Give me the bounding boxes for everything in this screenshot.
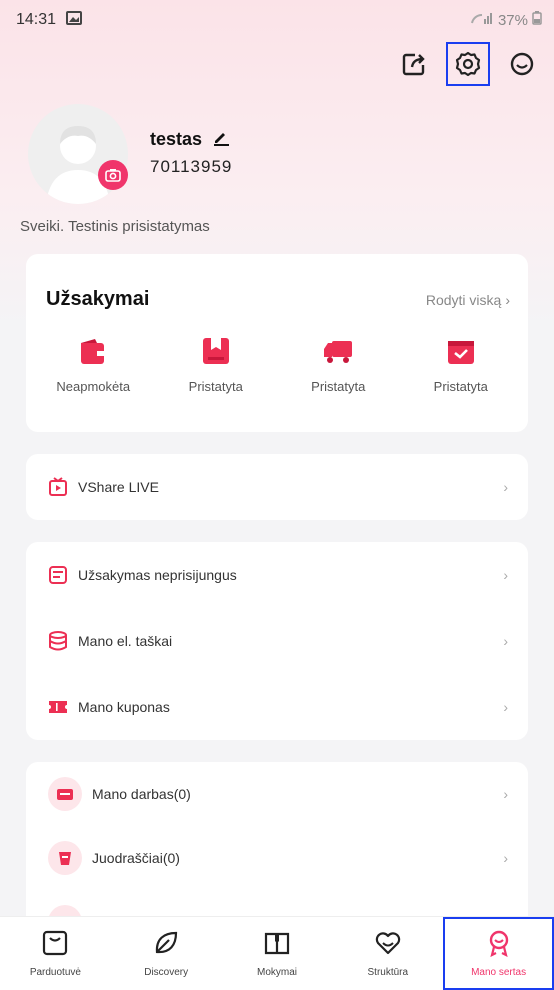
menu-item-label: VShare LIVE [78, 479, 159, 495]
chevron-right-icon: › [503, 567, 508, 583]
user-name-text: testas [150, 129, 203, 149]
menu-item-label: Mano el. taškai [78, 633, 173, 649]
user-id: 70113959 [150, 157, 233, 176]
order-status-delivered-1[interactable]: Pristatyta [157, 335, 275, 394]
tab-label: Mano sertas [471, 967, 527, 978]
live-card: VShare LIVE › [26, 454, 528, 520]
share-icon [402, 53, 425, 76]
status-bar: 14:31 37% [0, 0, 554, 40]
chevron-right-icon: › [503, 479, 508, 495]
tab-learning[interactable]: Mokymai [222, 917, 333, 990]
chevron-right-icon: › [503, 633, 508, 649]
book-icon [264, 932, 290, 955]
settings-button[interactable] [446, 42, 490, 86]
chevron-right-icon: › [503, 850, 508, 866]
order-status-delivered-3[interactable]: Pristatyta [402, 335, 520, 394]
menu-item-label: Mano darbas(0) [92, 786, 191, 802]
message-button[interactable] [502, 44, 542, 84]
order-status-label: Neapmokėta [56, 379, 131, 394]
order-status-label: Pristatyta [188, 379, 243, 394]
view-all-label: Rodyti viską [425, 291, 502, 308]
orders-card: Užsakymai Rodyti viską › Neapmokėta Pris… [26, 254, 528, 432]
tab-label: Parduotuvė [29, 967, 81, 978]
menu-item-offline-order[interactable]: Užsakymas neprisijungus › [26, 542, 528, 608]
truck-icon [324, 341, 353, 363]
order-status-label: Pristatyta [311, 379, 366, 394]
battery-icon [532, 11, 542, 29]
tab-my-account[interactable]: Mano sertas [443, 917, 554, 990]
menu-item-label: Mano kuponas [78, 699, 170, 715]
share-button[interactable] [394, 44, 434, 84]
medal-icon [489, 930, 508, 957]
document-icon [48, 565, 68, 585]
bottom-tab-bar: Parduotuvė Discovery Mokymai Struktūra M… [0, 916, 554, 990]
menu-item-label: Užsakymas neprisijungus [78, 567, 237, 583]
menu-item-label: Juodraščiai(0) [92, 850, 180, 866]
tv-icon [48, 477, 68, 497]
battery-percent: 37% [497, 11, 528, 29]
camera-button[interactable] [98, 160, 128, 190]
user-name: testas [150, 128, 230, 151]
chevron-right-icon: › [503, 786, 508, 802]
wallet-icon [81, 339, 105, 364]
tab-discovery[interactable]: Discovery [111, 917, 222, 990]
gallery-icon [66, 10, 83, 30]
view-all-orders-link[interactable]: Rodyti viską › [426, 292, 510, 308]
ticket-icon [48, 697, 68, 717]
order-status-unpaid[interactable]: Neapmokėta [34, 335, 152, 394]
greeting-text: Sveiki. Testinis prisistatymas [20, 218, 210, 235]
bookmark-box-icon [202, 338, 229, 364]
order-status-label: Pristatyta [433, 379, 488, 394]
leaf-icon [156, 931, 178, 954]
menu-item-my-work[interactable]: Mano darbas(0) › [26, 762, 528, 826]
tab-label: Struktūra [367, 967, 409, 978]
tab-structure[interactable]: Struktūra [332, 917, 443, 990]
tab-store[interactable]: Parduotuvė [0, 917, 111, 990]
box-check-icon [447, 341, 474, 364]
order-status-delivered-2[interactable]: Pristatyta [279, 335, 397, 394]
menu-item-coupon[interactable]: Mano kuponas › [26, 674, 528, 740]
store-icon [43, 930, 68, 956]
chevron-right-icon: › [503, 699, 508, 715]
menu-card: Užsakymas neprisijungus › Mano el. taška… [26, 542, 528, 740]
top-actions [394, 42, 542, 86]
heart-icon [375, 932, 400, 955]
signal-icon [470, 11, 494, 29]
camera-icon [105, 169, 121, 182]
tab-label: Discovery [144, 967, 189, 978]
chevron-right-icon: › [505, 291, 510, 308]
edit-icon[interactable] [212, 128, 230, 151]
cup-icon [48, 841, 82, 875]
chat-icon [510, 52, 534, 76]
briefcase-icon [48, 777, 82, 811]
orders-title: Užsakymai [46, 288, 150, 310]
status-time: 14:31 [16, 11, 57, 28]
database-icon [48, 631, 68, 651]
menu-item-points[interactable]: Mano el. taškai › [26, 608, 528, 674]
menu-item-drafts[interactable]: Juodraščiai(0) › [26, 826, 528, 890]
tab-label: Mokymai [256, 967, 297, 978]
menu-item-vshare-live[interactable]: VShare LIVE › [26, 454, 528, 520]
gear-icon [455, 51, 481, 77]
